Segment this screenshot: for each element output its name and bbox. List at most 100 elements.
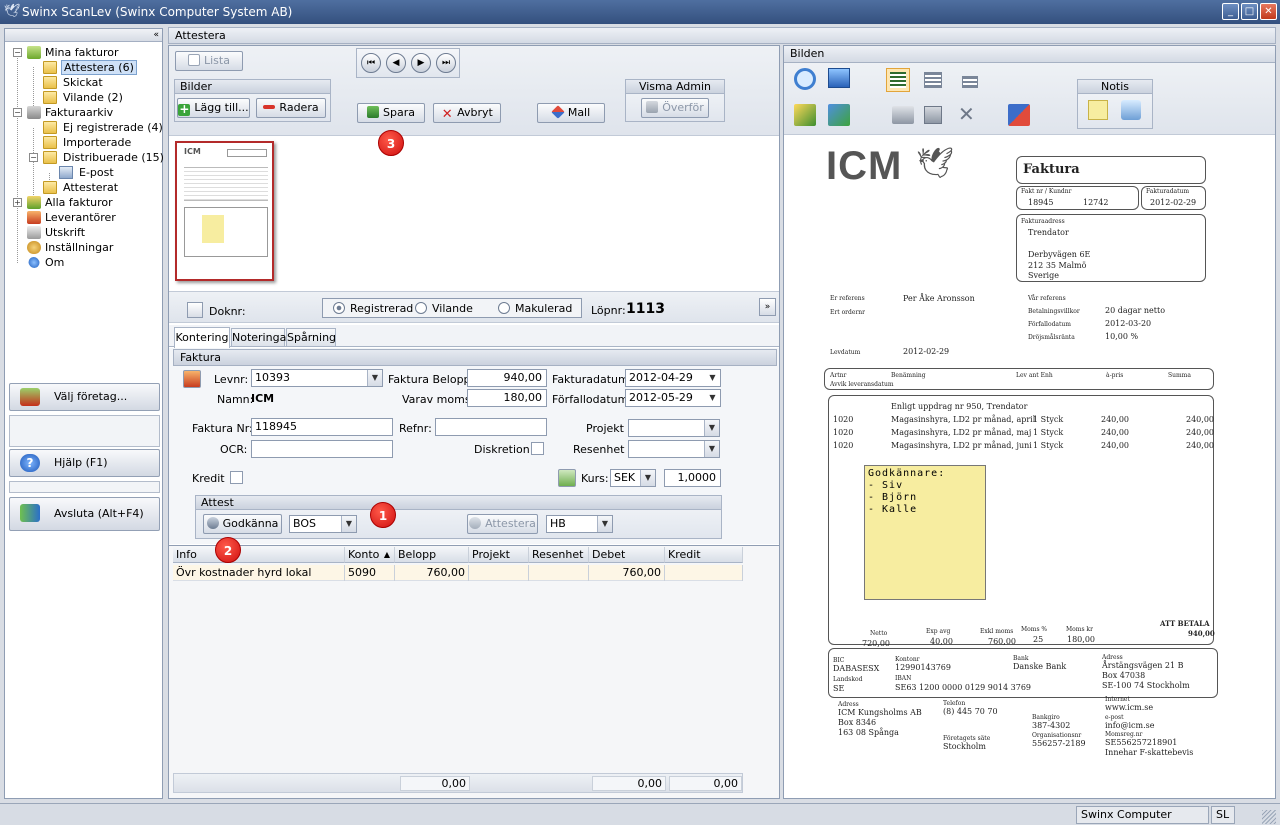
invoice-image[interactable]: ICM 🕊 Faktura Fakt nr / Kundnr 18945 127…	[788, 138, 1273, 796]
tree-item-importerade[interactable]: Importerade	[9, 135, 159, 150]
cell-belopp[interactable]: 760,00	[395, 565, 469, 581]
last-record-icon[interactable]: ⏭	[436, 53, 456, 73]
faktura-belopp-label: Faktura Belopp:	[388, 373, 475, 386]
exchange-rate-input[interactable]: 1,0000	[664, 469, 721, 487]
resize-grip-icon[interactable]	[1262, 810, 1276, 824]
col-header-resenhet[interactable]: Resenhet	[529, 547, 589, 563]
tree-item-mina-fakturor[interactable]: − Mina fakturor	[9, 45, 159, 60]
tree-item-ej-registrerade[interactable]: Ej registrerade (4)	[9, 120, 163, 135]
radio-makulerad[interactable]	[498, 302, 510, 314]
first-record-icon[interactable]: ⏮	[361, 53, 381, 73]
folder-icon	[43, 136, 57, 149]
tab-kontering[interactable]: Kontering	[174, 327, 230, 348]
select-company-button[interactable]: Välj företag...	[9, 383, 160, 411]
kredit-checkbox[interactable]	[230, 471, 243, 484]
exit-button[interactable]: Avsluta (Alt+F4)	[9, 497, 160, 531]
attester-combo[interactable]: HB ▼	[546, 515, 613, 533]
supplier-lookup-icon[interactable]	[183, 370, 201, 388]
nav-collapse-button[interactable]: «	[5, 29, 162, 42]
radio-registrerad[interactable]	[333, 302, 345, 314]
col-header-konto[interactable]: Konto ▲	[345, 547, 395, 563]
levnr-combo[interactable]: 10393 ▼	[251, 369, 383, 387]
approve-button[interactable]: Godkänna	[203, 514, 282, 534]
cell-kredit[interactable]	[665, 565, 743, 581]
page-view-active-icon[interactable]	[886, 68, 910, 92]
tree-item-e-post[interactable]: E-post	[9, 165, 159, 180]
tree-item-alla-fakturor[interactable]: + Alla fakturor	[9, 195, 159, 210]
help-button[interactable]: ? Hjälp (F1)	[9, 449, 160, 477]
projekt-combo[interactable]: ▼	[628, 419, 720, 437]
col-header-belopp[interactable]: Belopp	[395, 547, 469, 563]
cancel-button[interactable]: ✕ Avbryt	[433, 103, 501, 123]
approvers-sticky-note[interactable]: Godkännare: - Siv - Björn - Kalle	[864, 465, 986, 600]
rotate-icon[interactable]	[1008, 104, 1030, 126]
next-record-icon[interactable]: ▶	[411, 53, 431, 73]
col-header-kredit[interactable]: Kredit	[665, 547, 743, 563]
diskretion-checkbox[interactable]	[531, 442, 544, 455]
radio-vilande[interactable]	[415, 302, 427, 314]
transfer-button[interactable]: Överför	[641, 98, 709, 118]
close-button[interactable]: ✕	[1260, 3, 1277, 20]
invoice-thumbnail[interactable]: ICM	[175, 141, 274, 281]
tree-item-distribuerade[interactable]: − Distribuerade (15)	[9, 150, 164, 165]
list-button[interactable]: Lista	[175, 51, 243, 71]
col-header-debet[interactable]: Debet	[589, 547, 665, 563]
annotate-pencil-icon[interactable]	[794, 104, 816, 126]
cell-konto[interactable]: 5090	[345, 565, 395, 581]
attestera-button[interactable]: Attestera	[467, 514, 538, 534]
col-header-projekt[interactable]: Projekt	[469, 547, 529, 563]
delete-x-icon[interactable]: ✕	[958, 104, 978, 124]
info-diamond-icon	[26, 254, 42, 271]
recycle-bin-icon[interactable]	[1121, 100, 1141, 120]
tree-item-om[interactable]: Om	[9, 254, 159, 271]
doknr-label: Doknr:	[209, 305, 246, 318]
faktura-belopp-input[interactable]: 940,00	[467, 369, 547, 387]
tree-item-skickat[interactable]: Skickat	[9, 75, 159, 90]
tree-item-attestera[interactable]: Attestera (6)	[9, 60, 159, 75]
currency-combo[interactable]: SEK ▼	[610, 469, 656, 487]
fakturadatum-picker[interactable]: 2012-04-29 ▼	[625, 369, 721, 387]
save-floppy-icon[interactable]	[924, 106, 942, 124]
approver-combo[interactable]: BOS ▼	[289, 515, 357, 533]
tab-sparning[interactable]: Spårning	[286, 328, 336, 347]
add-image-button[interactable]: + Lägg till...	[177, 98, 250, 118]
faktura-nr-input[interactable]: 118945	[251, 418, 393, 436]
template-button[interactable]: Mall	[537, 103, 605, 123]
ocr-input[interactable]	[251, 440, 393, 458]
refresh-rate-icon[interactable]	[558, 469, 576, 487]
namn-value: ICM	[251, 392, 275, 405]
save-button[interactable]: Spara	[357, 103, 425, 123]
col-header-info[interactable]: Info	[173, 547, 345, 563]
cell-info[interactable]: Övr kostnader hyrd lokal	[173, 565, 345, 581]
cell-debet[interactable]: 760,00	[589, 565, 665, 581]
tree-item-utskrift[interactable]: Utskrift	[9, 225, 159, 240]
template-icon	[551, 105, 565, 119]
zoom-magnifier-icon[interactable]	[794, 68, 816, 90]
forfallodatum-picker[interactable]: 2012-05-29 ▼	[625, 389, 721, 407]
tree-item-leverantorer[interactable]: Leverantörer	[9, 210, 159, 225]
monitor-icon[interactable]	[828, 68, 850, 88]
table-row[interactable]: Övr kostnader hyrd lokal 5090 760,00 760…	[173, 565, 743, 581]
varav-moms-input[interactable]: 180,00	[467, 389, 547, 407]
maximize-button[interactable]: □	[1241, 3, 1258, 20]
sticky-note-icon[interactable]	[1088, 100, 1108, 120]
previous-record-icon[interactable]: ◀	[386, 53, 406, 73]
tree-item-installningar[interactable]: Inställningar	[9, 240, 159, 255]
resenhet-combo[interactable]: ▼	[628, 440, 720, 458]
refnr-input[interactable]	[435, 418, 547, 436]
tab-noteringar[interactable]: Noteringar	[231, 328, 291, 347]
copy-page-icon[interactable]	[828, 104, 850, 126]
cell-projekt[interactable]	[469, 565, 529, 581]
compact-view-icon[interactable]	[962, 76, 978, 88]
delete-image-button[interactable]: Radera	[256, 98, 326, 118]
print-icon[interactable]	[892, 106, 914, 124]
tree-item-vilande[interactable]: Vilande (2)	[9, 90, 159, 105]
document-icon[interactable]	[187, 302, 203, 318]
expand-chevron-icon[interactable]: »	[759, 298, 776, 316]
minimize-button[interactable]: _	[1222, 3, 1239, 20]
footer-bankgiro: 387-4302	[1032, 721, 1071, 730]
cell-resenhet[interactable]	[529, 565, 589, 581]
tree-item-attesterat[interactable]: Attesterat	[9, 180, 159, 195]
page-view-icon[interactable]	[924, 72, 942, 88]
tree-item-fakturaarkiv[interactable]: − Fakturaarkiv	[9, 105, 159, 120]
